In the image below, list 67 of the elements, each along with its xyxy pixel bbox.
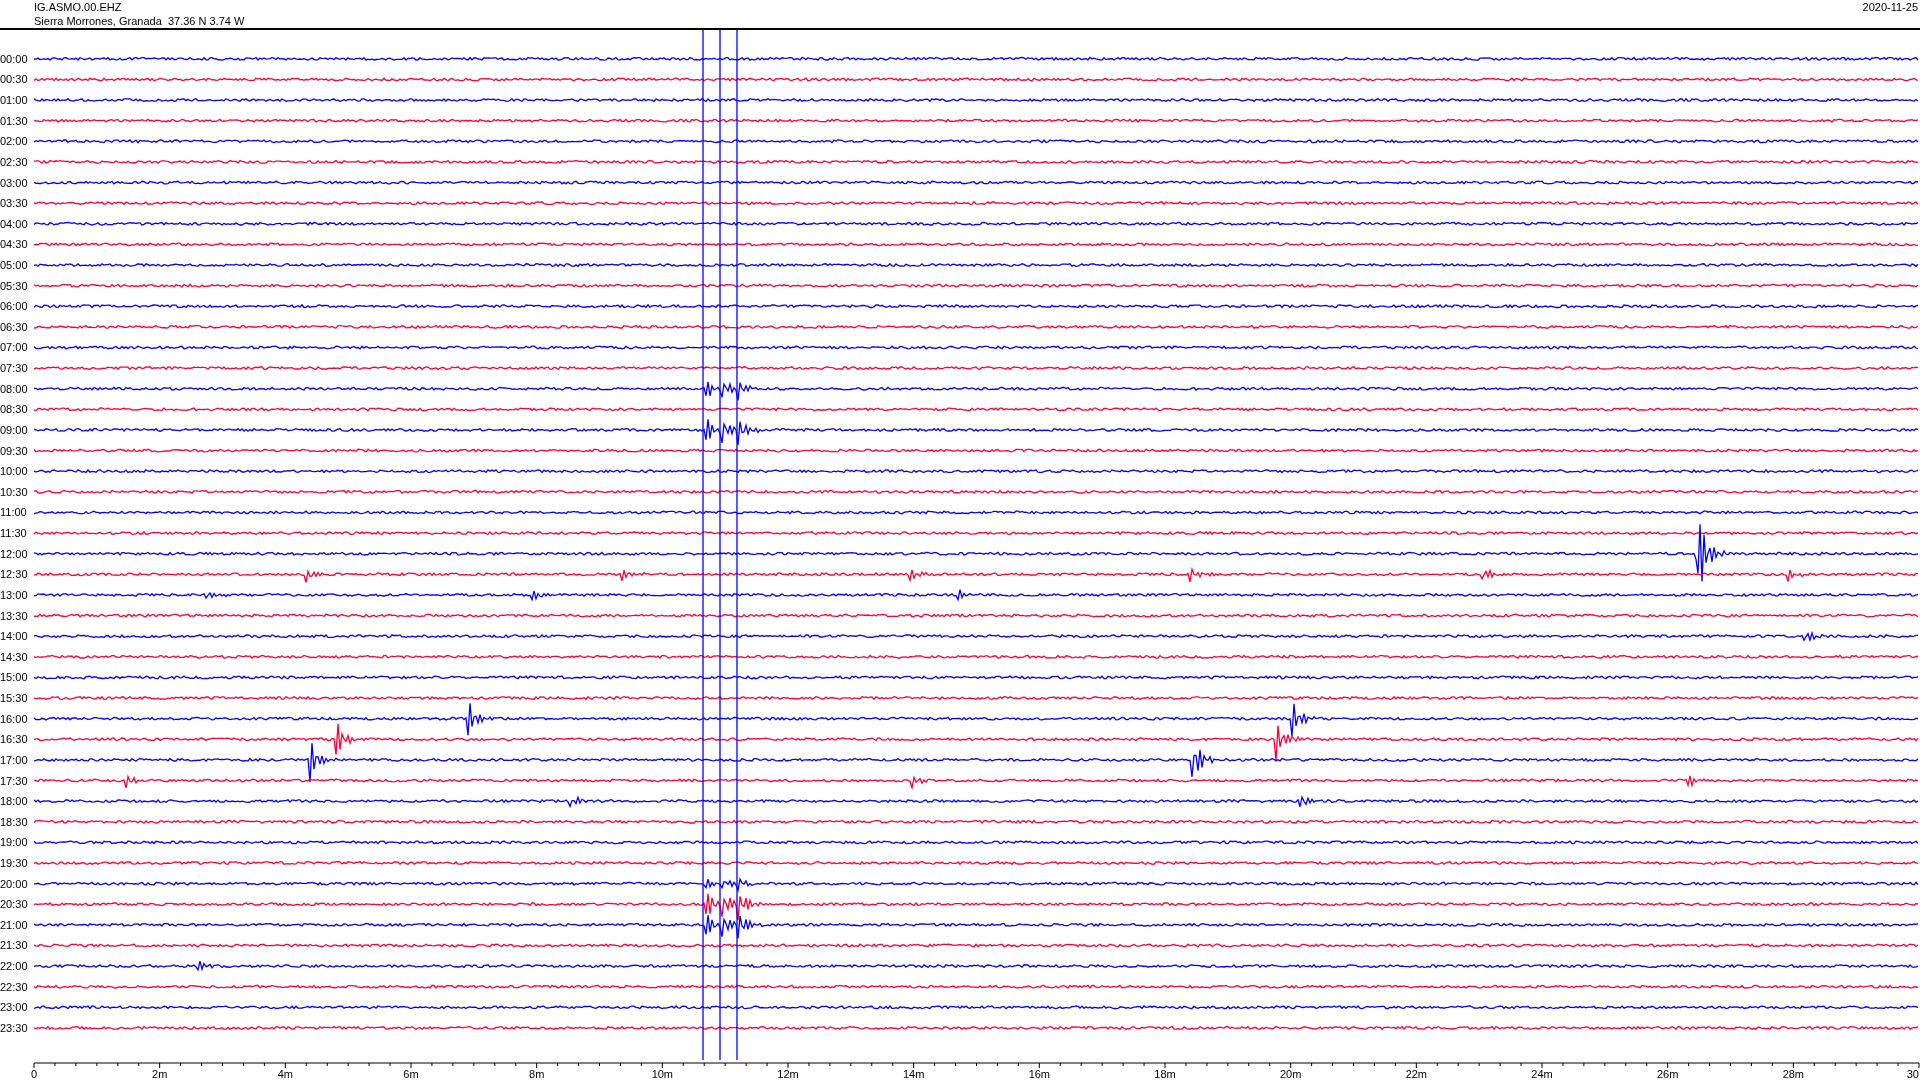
time-label: 11:30 — [0, 527, 27, 540]
time-label: 16:30 — [0, 733, 28, 746]
time-label: 07:30 — [0, 362, 28, 375]
axis-label: 28m — [1782, 1068, 1805, 1080]
time-label: 10:30 — [0, 485, 28, 498]
time-label: 21:00 — [0, 918, 28, 931]
axis-label: 20m — [1279, 1068, 1302, 1080]
time-label: 13:00 — [0, 588, 28, 601]
time-label: 19:30 — [0, 857, 28, 869]
axis-label: 18m — [1154, 1068, 1176, 1080]
time-label: 22:30 — [0, 980, 28, 993]
time-label: 17:30 — [0, 774, 28, 787]
axis-label: 30 — [1906, 1068, 1919, 1080]
axis-label: 24m — [1531, 1068, 1553, 1080]
time-label: 02:30 — [0, 155, 28, 168]
axis-label: 14m — [902, 1068, 925, 1080]
station-location: Sierra Morrones, Granada 37.36 N 3.74 W — [34, 14, 245, 28]
time-label: 16:00 — [0, 712, 28, 725]
time-label: 18:30 — [0, 815, 28, 828]
time-label: 10:00 — [0, 465, 28, 478]
time-label: 08:00 — [0, 382, 28, 395]
time-label: 21:30 — [0, 939, 28, 952]
station-code: IG.ASMO.00.EHZ — [34, 0, 123, 14]
time-label: 15:30 — [0, 692, 28, 704]
axis-label: 0 — [31, 1068, 38, 1080]
time-label: 01:30 — [0, 114, 28, 127]
time-label: 05:00 — [0, 259, 28, 271]
time-label: 17:00 — [0, 753, 28, 766]
time-label: 18:00 — [0, 795, 28, 808]
time-label: 14:00 — [0, 630, 28, 643]
time-label: 20:00 — [0, 877, 28, 890]
time-label: 12:30 — [0, 568, 28, 581]
time-label: 04:00 — [0, 217, 28, 230]
time-label: 23:30 — [0, 1021, 28, 1034]
axis-label: 4m — [277, 1068, 293, 1080]
time-label: 07:00 — [0, 341, 28, 354]
time-label: 05:30 — [0, 279, 28, 292]
time-label: 23:00 — [0, 1001, 28, 1014]
time-label: 11:00 — [0, 506, 27, 519]
time-label: 04:30 — [0, 238, 28, 251]
axis-label: 22m — [1405, 1068, 1428, 1080]
time-label: 13:30 — [0, 609, 28, 622]
axis-label: 10m — [651, 1068, 674, 1080]
time-label: 09:00 — [0, 423, 28, 436]
time-label: 01:00 — [0, 94, 28, 107]
time-label: 09:30 — [0, 444, 28, 457]
time-label: 00:30 — [0, 73, 28, 86]
time-label: 12:00 — [0, 547, 28, 560]
time-label: 14:30 — [0, 650, 28, 663]
date-label: 2020-11-25 — [1862, 0, 1919, 15]
axis-label: 8m — [529, 1068, 545, 1080]
time-label: 20:30 — [0, 898, 28, 911]
axis-label: 26m — [1656, 1068, 1679, 1080]
axis-label: 16m — [1028, 1068, 1051, 1080]
time-label: 15:00 — [0, 671, 28, 684]
time-label: 22:00 — [0, 960, 28, 973]
time-label: 02:00 — [0, 135, 28, 148]
time-label: 06:30 — [0, 320, 28, 333]
time-label: 03:00 — [0, 176, 28, 189]
axis-label: 6m — [403, 1068, 419, 1080]
time-label: 08:30 — [0, 403, 28, 416]
time-label: 06:00 — [0, 300, 28, 313]
time-label: 03:30 — [0, 197, 28, 210]
time-label: 00:00 — [0, 52, 28, 65]
axis-label: 12m — [777, 1068, 799, 1080]
axis-label: 2m — [152, 1068, 168, 1080]
time-label: 19:00 — [0, 836, 28, 849]
